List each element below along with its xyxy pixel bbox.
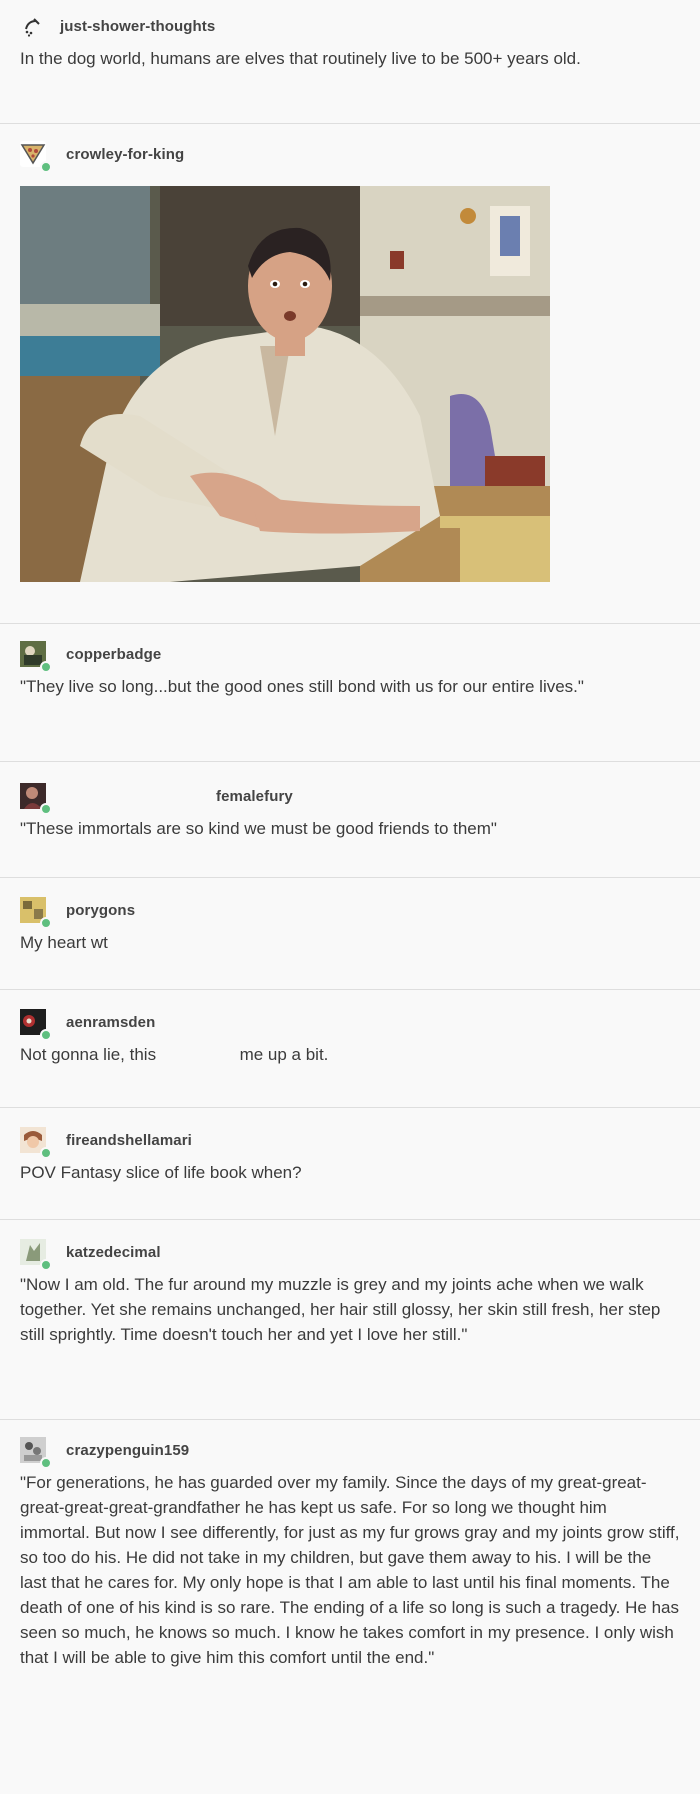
avatar[interactable] xyxy=(20,1127,52,1159)
follow-badge-icon[interactable] xyxy=(40,1147,52,1159)
post-body: In the dog world, humans are elves that … xyxy=(20,49,581,68)
avatar[interactable] xyxy=(20,641,52,673)
post-fireandshellamari: fireandshellamari POV Fantasy slice of l… xyxy=(0,1108,700,1220)
post-header: fireandshellamari xyxy=(20,1120,680,1160)
avatar[interactable] xyxy=(20,897,52,929)
post-copperbadge: copperbadge "They live so long...but the… xyxy=(0,624,700,762)
username[interactable]: femalefury xyxy=(216,788,293,805)
avatar[interactable] xyxy=(20,1239,52,1271)
username[interactable]: porygons xyxy=(66,902,135,919)
follow-badge-icon[interactable] xyxy=(40,917,52,929)
avatar[interactable] xyxy=(20,141,52,173)
post-body: Not gonna lie, this me up a bit. xyxy=(20,1042,680,1085)
post-header: femalefury xyxy=(20,776,680,816)
shower-icon[interactable] xyxy=(20,13,46,39)
username[interactable]: katzedecimal xyxy=(66,1244,161,1261)
follow-badge-icon[interactable] xyxy=(40,803,52,815)
post-body: "These immortals are so kind we must be … xyxy=(20,819,497,838)
post-porygons: porygons My heart wt xyxy=(0,878,700,990)
post-header: just-shower-thoughts xyxy=(20,6,680,46)
post-body: POV Fantasy slice of life book when? xyxy=(20,1163,302,1182)
tumblr-thread: just-shower-thoughts In the dog world, h… xyxy=(0,0,700,1794)
post-header: crazypenguin159 xyxy=(20,1430,680,1470)
username[interactable]: fireandshellamari xyxy=(66,1132,192,1149)
post-header: crowley-for-king xyxy=(20,134,680,174)
follow-badge-icon[interactable] xyxy=(40,161,52,173)
username[interactable]: just-shower-thoughts xyxy=(60,18,215,35)
post-text-after: me up a bit. xyxy=(239,1045,329,1064)
username[interactable]: copperbadge xyxy=(66,646,161,663)
post-femalefury: femalefury "These immortals are so kind … xyxy=(0,762,700,878)
username[interactable]: aenramsden xyxy=(66,1014,155,1031)
follow-badge-icon[interactable] xyxy=(40,1259,52,1271)
post-body: My heart wt xyxy=(20,933,108,952)
post-aenramsden: aenramsden Not gonna lie, this me up a b… xyxy=(0,990,700,1108)
post-crazypenguin159: crazypenguin159 "For generations, he has… xyxy=(0,1420,700,1794)
post-crowley-for-king: crowley-for-king xyxy=(0,124,700,624)
username[interactable]: crazypenguin159 xyxy=(66,1442,189,1459)
post-body: "Now I am old. The fur around my muzzle … xyxy=(20,1275,661,1344)
avatar[interactable] xyxy=(20,783,52,815)
avatar[interactable] xyxy=(20,1009,52,1041)
post-header: copperbadge xyxy=(20,634,680,674)
follow-badge-icon[interactable] xyxy=(40,1029,52,1041)
follow-badge-icon[interactable] xyxy=(40,1457,52,1469)
post-text-before: Not gonna lie, this xyxy=(20,1045,157,1064)
post-header: aenramsden xyxy=(20,1002,680,1042)
post-just-shower-thoughts: just-shower-thoughts In the dog world, h… xyxy=(0,0,700,124)
avatar[interactable] xyxy=(20,1437,52,1469)
post-body: "For generations, he has guarded over my… xyxy=(20,1473,680,1667)
username[interactable]: crowley-for-king xyxy=(66,146,184,163)
follow-badge-icon[interactable] xyxy=(40,661,52,673)
post-katzedecimal: katzedecimal "Now I am old. The fur arou… xyxy=(0,1220,700,1420)
post-header: katzedecimal xyxy=(20,1232,680,1272)
post-header: porygons xyxy=(20,890,680,930)
post-body: "They live so long...but the good ones s… xyxy=(20,677,584,696)
reaction-image xyxy=(20,186,550,582)
